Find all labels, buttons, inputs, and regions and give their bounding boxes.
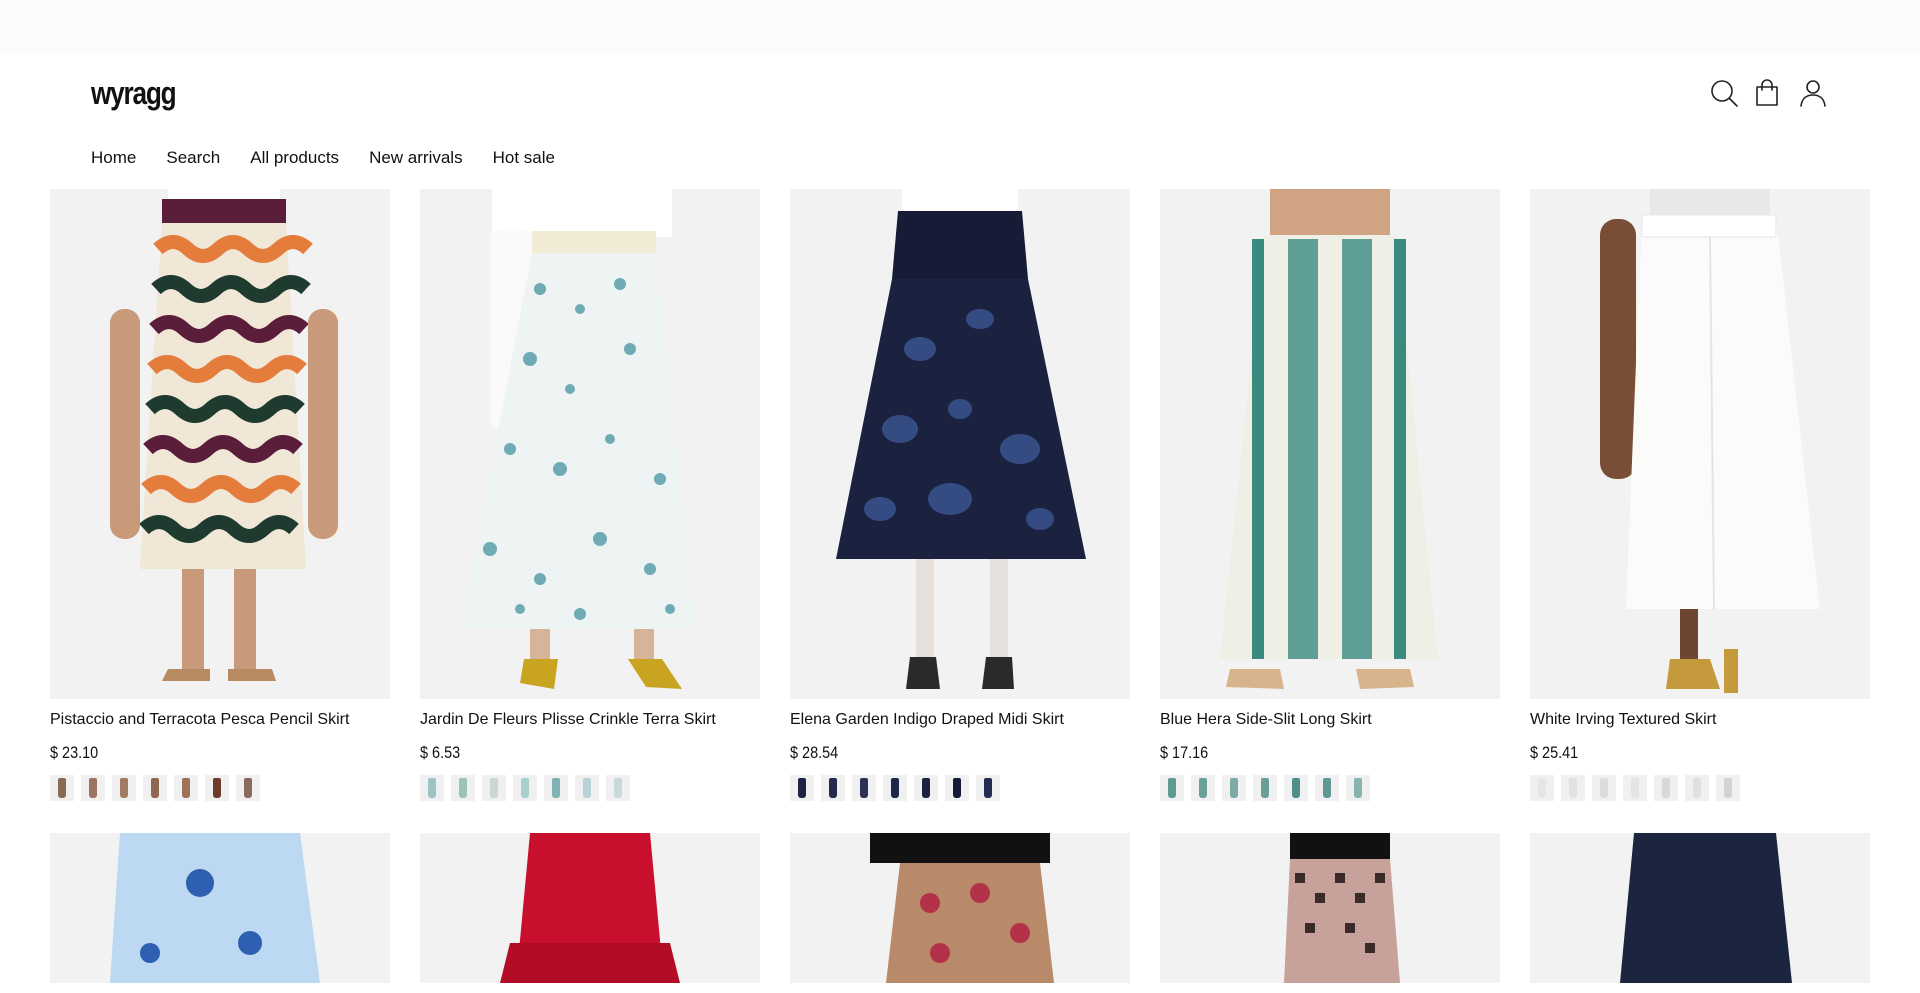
skirt-illustration [790, 189, 1130, 699]
color-swatch[interactable] [451, 775, 475, 801]
product-price: $ 28.54 [790, 743, 839, 762]
product-image[interactable] [420, 833, 760, 983]
skirt-illustration [1160, 833, 1500, 983]
color-swatch[interactable] [1530, 775, 1554, 801]
product-price: $ 23.10 [50, 743, 99, 762]
product-card[interactable]: Blue Hera Side-Slit Long Skirt $ 17.16 [1160, 189, 1500, 801]
search-icon[interactable] [1707, 75, 1741, 111]
nav-search[interactable]: Search [166, 148, 220, 168]
nav-new-arrivals[interactable]: New arrivals [369, 148, 463, 168]
color-swatch[interactable] [852, 775, 876, 801]
color-swatch[interactable] [420, 775, 444, 801]
color-swatch[interactable] [1561, 775, 1585, 801]
color-swatch[interactable] [1160, 775, 1184, 801]
product-card[interactable]: White Irving Textured Skirt $ 25.41 [1530, 189, 1870, 801]
color-swatch[interactable] [821, 775, 845, 801]
product-image[interactable] [420, 189, 760, 699]
color-swatch[interactable] [1685, 775, 1709, 801]
color-swatch[interactable] [790, 775, 814, 801]
top-announcement-bar [0, 0, 1920, 53]
skirt-illustration [1530, 833, 1870, 983]
nav-all-products[interactable]: All products [250, 148, 339, 168]
product-title[interactable]: White Irving Textured Skirt [1530, 711, 1870, 729]
color-swatch[interactable] [1716, 775, 1740, 801]
product-card[interactable]: Jardin De Fleurs Plisse Crinkle Terra Sk… [420, 189, 760, 801]
color-swatch[interactable] [236, 775, 260, 801]
color-swatch[interactable] [1191, 775, 1215, 801]
header-icons [0, 75, 1920, 115]
color-swatch[interactable] [482, 775, 506, 801]
color-swatch[interactable] [1346, 775, 1370, 801]
site-header: wyragg Home Search All products New arri… [0, 53, 1920, 188]
skirt-illustration [50, 189, 390, 699]
nav-home[interactable]: Home [91, 148, 136, 168]
skirt-illustration [50, 833, 390, 983]
color-swatch[interactable] [976, 775, 1000, 801]
color-swatch[interactable] [1315, 775, 1339, 801]
color-swatches [1530, 775, 1870, 801]
product-image[interactable] [790, 833, 1130, 983]
product-card[interactable]: Elena Garden Indigo Draped Midi Skirt $ … [790, 189, 1130, 801]
skirt-illustration [420, 833, 760, 983]
color-swatch[interactable] [883, 775, 907, 801]
product-title[interactable]: Blue Hera Side-Slit Long Skirt [1160, 711, 1500, 729]
product-title[interactable]: Jardin De Fleurs Plisse Crinkle Terra Sk… [420, 711, 760, 729]
product-title[interactable]: Elena Garden Indigo Draped Midi Skirt [790, 711, 1130, 729]
color-swatch[interactable] [174, 775, 198, 801]
color-swatch[interactable] [945, 775, 969, 801]
product-price: $ 25.41 [1530, 743, 1579, 762]
product-image[interactable] [50, 833, 390, 983]
product-card[interactable] [50, 833, 390, 983]
shopping-bag-icon[interactable] [1750, 75, 1784, 111]
nav-hot-sale[interactable]: Hot sale [493, 148, 555, 168]
product-price: $ 17.16 [1160, 743, 1209, 762]
color-swatches [790, 775, 1130, 801]
product-image[interactable] [1160, 189, 1500, 699]
color-swatch[interactable] [544, 775, 568, 801]
color-swatch[interactable] [914, 775, 938, 801]
color-swatch[interactable] [112, 775, 136, 801]
product-price: $ 6.53 [420, 743, 461, 762]
product-card[interactable] [1160, 833, 1500, 983]
color-swatch[interactable] [50, 775, 74, 801]
color-swatch[interactable] [1253, 775, 1277, 801]
main-nav: Home Search All products New arrivals Ho… [91, 148, 585, 168]
color-swatch[interactable] [143, 775, 167, 801]
color-swatches [1160, 775, 1500, 801]
product-image[interactable] [1160, 833, 1500, 983]
product-card[interactable] [1530, 833, 1870, 983]
color-swatch[interactable] [1654, 775, 1678, 801]
product-image[interactable] [1530, 189, 1870, 699]
color-swatch[interactable] [1284, 775, 1308, 801]
user-icon[interactable] [1796, 75, 1830, 111]
color-swatch[interactable] [1623, 775, 1647, 801]
product-image[interactable] [50, 189, 390, 699]
skirt-illustration [1530, 189, 1870, 699]
color-swatch[interactable] [513, 775, 537, 801]
color-swatches [50, 775, 390, 801]
color-swatch[interactable] [1592, 775, 1616, 801]
product-image[interactable] [790, 189, 1130, 699]
color-swatch[interactable] [81, 775, 105, 801]
product-card[interactable] [420, 833, 760, 983]
skirt-illustration [790, 833, 1130, 983]
product-card[interactable]: Pistaccio and Terracota Pesca Pencil Ski… [50, 189, 390, 801]
color-swatch[interactable] [1222, 775, 1246, 801]
color-swatches [420, 775, 760, 801]
product-card[interactable] [790, 833, 1130, 983]
color-swatch[interactable] [205, 775, 229, 801]
product-title[interactable]: Pistaccio and Terracota Pesca Pencil Ski… [50, 711, 390, 729]
skirt-illustration [1160, 189, 1500, 699]
product-image[interactable] [1530, 833, 1870, 983]
skirt-illustration [420, 189, 760, 699]
color-swatch[interactable] [606, 775, 630, 801]
color-swatch[interactable] [575, 775, 599, 801]
